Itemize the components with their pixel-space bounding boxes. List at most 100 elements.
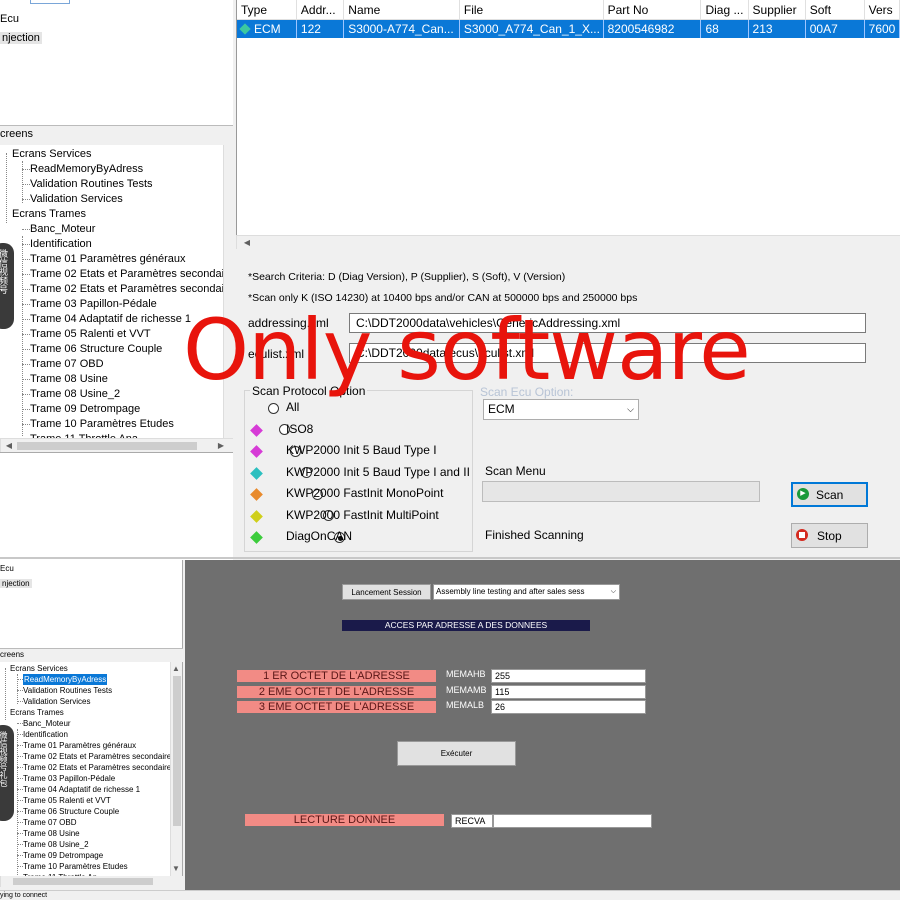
tree-item[interactable]: Trame 09 Detrompage <box>30 402 140 417</box>
protocol-option-label[interactable]: ISO8 <box>286 422 313 436</box>
tree-group[interactable]: Ecrans Trames <box>12 207 86 222</box>
column-header[interactable]: Part No <box>603 0 702 20</box>
tree-item[interactable]: Trame 02 Etats et Paramètres secondaires <box>30 267 233 282</box>
tree-item[interactable]: Trame 08 Usine_2 <box>30 387 120 402</box>
tree-item[interactable]: Trame 10 Paramètres Etudes <box>30 417 174 432</box>
bottom-tree-hscroll[interactable] <box>0 876 183 887</box>
stop-button[interactable]: Stop <box>791 523 868 548</box>
address-byte-input[interactable]: 26 <box>491 700 646 714</box>
session-mode-value: Assembly line testing and after sales se… <box>436 587 585 596</box>
tree-item[interactable]: Trame 04 Adaptatif de richesse 1 <box>30 312 191 327</box>
scroll-right-icon[interactable]: ▶ <box>213 441 229 450</box>
tree-item[interactable]: Validation Services <box>30 192 123 207</box>
tree-item[interactable]: Trame 08 Usine_2 <box>23 839 89 850</box>
session-header-banner: ACCES PAR ADRESSE A DES DONNEES <box>342 620 590 631</box>
ecu-table-hscroll[interactable]: ◀ <box>236 235 900 249</box>
tree-group[interactable]: Ecrans Trames <box>10 707 64 718</box>
session-panel <box>185 560 900 890</box>
protocol-radio[interactable] <box>268 402 279 414</box>
address-byte-input[interactable]: 255 <box>491 669 646 683</box>
session-mode-select[interactable]: Assembly line testing and after sales se… <box>433 584 620 600</box>
address-byte-name: MEMAHB <box>446 669 486 679</box>
tree-item[interactable]: Trame 05 Ralenti et VVT <box>30 327 151 342</box>
tree-item[interactable]: Trame 02 Etats et Paramètres secondaires… <box>23 762 182 773</box>
column-header[interactable]: Soft <box>805 0 865 20</box>
tree-item[interactable]: Trame 09 Detrompage <box>23 850 103 861</box>
tree-item[interactable]: Trame 02 Etats et Paramètres secondaires… <box>30 282 233 297</box>
column-header[interactable]: Type <box>237 0 297 20</box>
tree-item[interactable]: Trame 06 Structure Couple <box>30 342 162 357</box>
tree-line <box>22 169 30 170</box>
top-tree-hscroll[interactable]: ◀ ▶ <box>0 438 233 452</box>
tree-line <box>22 424 30 425</box>
tree-item[interactable]: Validation Routines Tests <box>30 177 153 192</box>
ecu-table-row[interactable]: ECM 122 S3000-A774_Can... S3000_A774_Can_1_… <box>237 19 900 38</box>
tree-group[interactable]: Ecrans Services <box>12 147 91 162</box>
column-header[interactable]: Vers <box>864 0 900 20</box>
eculist-field[interactable]: C:\DDT2000data\ecus\eculist.xml <box>349 343 866 363</box>
tree-item[interactable]: Trame 05 Ralenti et VVT <box>23 795 111 806</box>
table-cell: 122 <box>296 19 345 38</box>
scroll-thumb[interactable] <box>17 442 197 450</box>
table-cell: 7600 <box>864 19 900 38</box>
protocol-option-label[interactable]: KWP2000 Init 5 Baud Type I <box>286 443 437 457</box>
address-byte-label: 3 EME OCTET DE L'ADRESSE <box>237 701 436 713</box>
tree-line <box>22 349 30 350</box>
tree-item[interactable]: Trame 08 Usine <box>30 372 108 387</box>
addressing-field[interactable]: C:\DDT2000data\vehicles\GenericAddressin… <box>349 313 866 333</box>
tree-item[interactable]: Trame 07 OBD <box>23 817 77 828</box>
tree-item[interactable]: Validation Services <box>23 696 90 707</box>
search-criteria-text: *Search Criteria: D (Diag Version), P (S… <box>248 271 566 283</box>
scan-button[interactable]: ▶ Scan <box>791 482 868 507</box>
column-header[interactable]: File <box>459 0 604 20</box>
column-header[interactable]: Addr... <box>296 0 345 20</box>
tree-item[interactable]: Trame 01 Paramètres généraux <box>30 252 186 267</box>
read-value-box <box>493 814 652 828</box>
column-header[interactable]: Supplier <box>748 0 806 20</box>
scroll-left-icon[interactable]: ◀ <box>239 238 255 247</box>
screens-header: creens <box>0 125 233 145</box>
tree-item[interactable]: Trame 08 Usine <box>23 828 80 839</box>
scroll-down-icon[interactable]: ▼ <box>169 864 183 873</box>
scroll-thumb[interactable] <box>13 878 153 885</box>
scroll-thumb[interactable] <box>173 676 181 826</box>
tree-item[interactable]: Trame 03 Papillon-Pédale <box>23 773 115 784</box>
tree-line <box>17 729 18 876</box>
scroll-left-icon[interactable]: ◀ <box>1 441 17 450</box>
scan-ecu-option-title: Scan Ecu Option: <box>480 385 574 399</box>
tree-group[interactable]: Ecrans Services <box>10 663 68 674</box>
execute-button[interactable]: Exécuter <box>397 741 516 766</box>
tree-item[interactable]: Trame 04 Adaptatif de richesse 1 <box>23 784 140 795</box>
tree-item[interactable]: Trame 10 Paramètres Etudes <box>23 861 128 872</box>
tree-line <box>17 800 23 801</box>
protocol-option-label[interactable]: KWP2000 Init 5 Baud Type I and II <box>286 465 470 479</box>
tree-item[interactable]: Identification <box>23 729 68 740</box>
tree-item[interactable]: Trame 02 Etats et Paramètres secondaires <box>23 751 175 762</box>
bottom-tree-vscroll[interactable]: ▲ ▼ <box>170 662 182 876</box>
tree-item[interactable]: Banc_Moteur <box>30 222 95 237</box>
column-header[interactable]: Name <box>343 0 460 20</box>
protocol-option-label[interactable]: KWP2000 FastInit MonoPoint <box>286 486 443 500</box>
tree-item[interactable]: Banc_Moteur <box>23 718 71 729</box>
protocol-option-label[interactable]: All <box>286 400 299 414</box>
injection-partial-label[interactable]: njection <box>0 579 32 588</box>
address-byte-input[interactable]: 115 <box>491 684 646 699</box>
column-header[interactable]: Diag ... <box>700 0 749 20</box>
tree-line <box>17 767 23 768</box>
tree-item[interactable]: Trame 06 Structure Couple <box>23 806 119 817</box>
tree-item[interactable]: Trame 01 Paramètres généraux <box>23 740 136 751</box>
lancement-session-button[interactable]: Lancement Session <box>342 584 431 600</box>
injection-partial-label[interactable]: njection <box>0 32 42 44</box>
protocol-option-label[interactable]: KWP2000 FastInit MultiPoint <box>286 508 439 522</box>
tree-item[interactable]: ReadMemoryByAdress <box>23 674 108 685</box>
scan-ecu-select[interactable]: ECM ⌵ <box>483 399 639 420</box>
tree-item[interactable]: Trame 03 Papillon-Pédale <box>30 297 157 312</box>
protocol-option-label[interactable]: DiagOnCAN <box>286 529 352 543</box>
tree-item[interactable]: Identification <box>30 237 92 252</box>
scroll-up-icon[interactable]: ▲ <box>169 664 183 673</box>
tree-item[interactable]: Validation Routines Tests <box>23 685 112 696</box>
address-byte-label: 2 EME OCTET DE L'ADRESSE <box>237 685 436 698</box>
top-tree-vscroll[interactable] <box>223 145 233 438</box>
tree-item[interactable]: Trame 07 OBD <box>30 357 104 372</box>
tree-item[interactable]: ReadMemoryByAdress <box>30 162 143 177</box>
